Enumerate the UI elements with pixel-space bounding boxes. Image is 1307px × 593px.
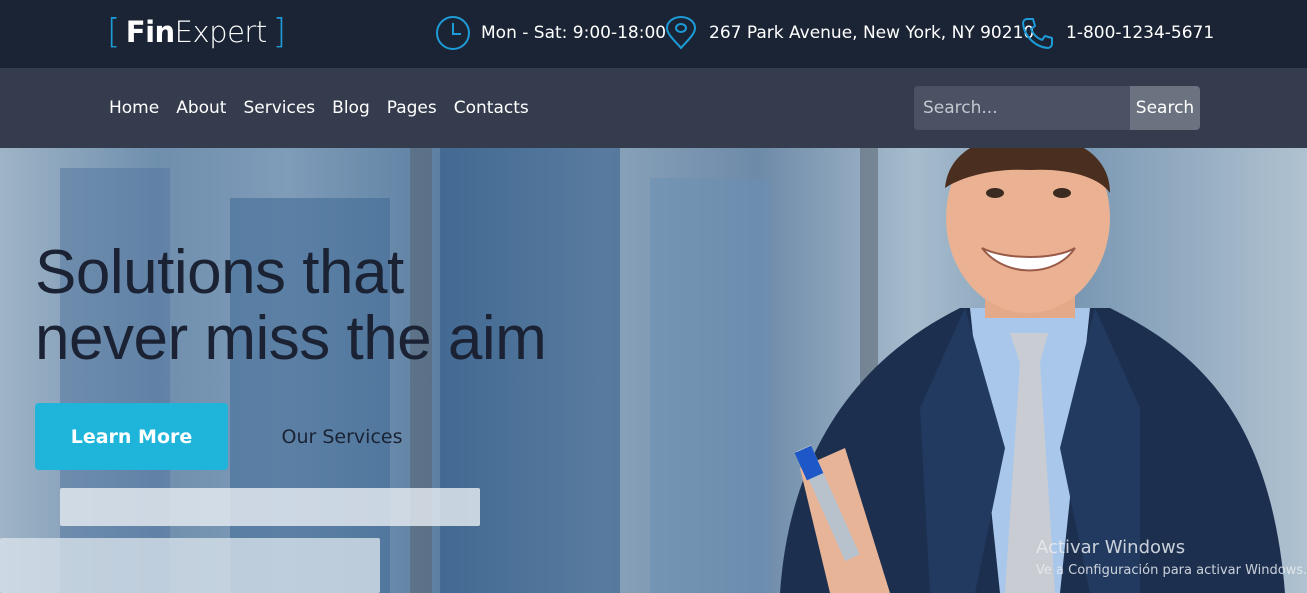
logo[interactable]: [ Fin Expert ] [107,12,286,52]
hero-title: Solutions that never miss the aim [35,240,635,372]
hours-text: Mon - Sat: 9:00-18:00 [481,23,667,43]
hero-title-line-1: Solutions that [35,238,404,307]
logo-bracket-right: ] [272,12,286,52]
hero-banner: Solutions that never miss the aim Learn … [0,148,1307,593]
main-menu: Home About Services Blog Pages Contacts [109,96,546,120]
search-form: Search [914,86,1200,130]
windows-activation-watermark: Activar Windows Ve a Configuración para … [1036,537,1307,581]
phone-icon [1022,18,1053,49]
top-bar: [ Fin Expert ] Mon - Sat: 9:00-18:00 267… [0,0,1307,68]
nav-item-pages[interactable]: Pages [387,96,437,120]
background-building [60,168,170,593]
background-desk [60,488,480,526]
businessman-image [780,148,1285,593]
learn-more-button[interactable]: Learn More [35,403,228,470]
background-desk [0,538,380,593]
phone-text[interactable]: 1-800-1234-5671 [1066,23,1214,43]
watermark-title: Activar Windows [1036,537,1186,558]
logo-bracket-left: [ [107,12,120,52]
address: 267 Park Avenue, New York, NY 90210 [663,14,1034,52]
watermark-subtitle: Ve a Configuración para activar Windows. [1036,563,1307,578]
search-input[interactable] [914,86,1130,130]
nav-item-home[interactable]: Home [109,96,159,120]
nav-bar: Home About Services Blog Pages Contacts … [0,68,1307,148]
nav-item-blog[interactable]: Blog [332,96,370,120]
our-services-button[interactable]: Our Services [262,414,422,460]
address-text: 267 Park Avenue, New York, NY 90210 [709,23,1035,43]
nav-item-about[interactable]: About [176,96,226,120]
logo-expert: Expert [174,15,268,49]
nav-item-services[interactable]: Services [243,96,315,120]
clock-icon [436,16,470,50]
hero-title-line-2: never miss the aim [35,304,547,373]
search-button[interactable]: Search [1130,86,1200,130]
business-hours: Mon - Sat: 9:00-18:00 [435,14,666,52]
nav-item-contacts[interactable]: Contacts [454,96,529,120]
logo-fin: Fin [125,15,175,49]
map-pin-icon [665,16,697,50]
background-building [650,178,770,593]
phone[interactable]: 1-800-1234-5671 [1020,14,1214,52]
